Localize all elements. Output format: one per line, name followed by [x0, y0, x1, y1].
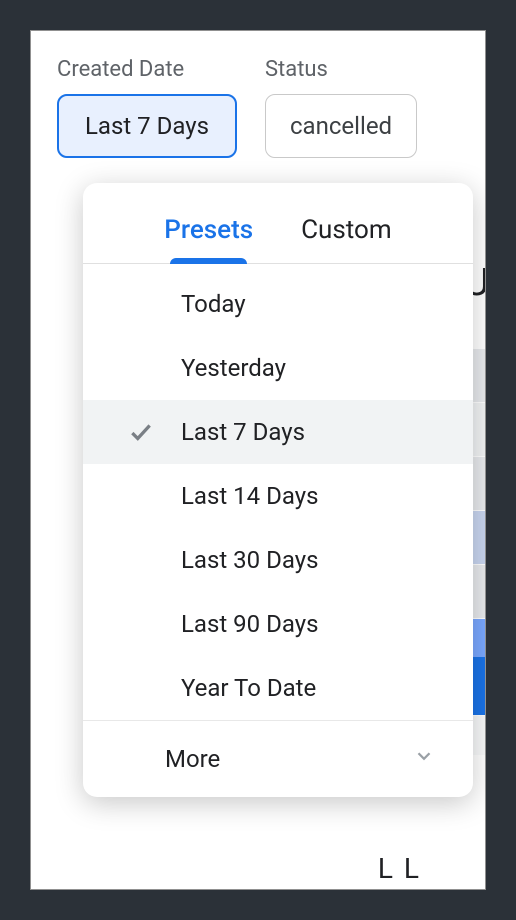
filter-status: Status cancelled: [265, 57, 417, 158]
dropdown-option[interactable]: Today: [83, 272, 473, 336]
dropdown-option[interactable]: Last 14 Days: [83, 464, 473, 528]
dropdown-option[interactable]: Yesterday: [83, 336, 473, 400]
filter-label-created-date: Created Date: [57, 57, 237, 82]
tab-presets[interactable]: Presets: [164, 215, 253, 263]
dropdown-option-label: Last 90 Days: [181, 610, 318, 638]
dropdown-list: Today Yesterday Last 7 Days Last 14 Days Las…: [83, 272, 473, 720]
dropdown-option-label: Last 7 Days: [181, 418, 305, 446]
chevron-down-icon: [413, 745, 435, 773]
tab-presets-label: Presets: [164, 215, 253, 245]
background-bottom-text: L L: [378, 852, 421, 885]
panel: Created Date Last 7 Days Status cancelle…: [30, 30, 486, 890]
dropdown-option[interactable]: Last 30 Days: [83, 528, 473, 592]
dropdown-tabs: Presets Custom: [83, 183, 473, 264]
dropdown-option-label: Last 30 Days: [181, 546, 318, 574]
dropdown-option-label: Year To Date: [181, 674, 316, 702]
tab-custom[interactable]: Custom: [301, 215, 392, 263]
date-preset-dropdown: Presets Custom Today Yesterday Last 7 Days…: [83, 183, 473, 797]
tab-custom-label: Custom: [301, 215, 392, 245]
dropdown-option[interactable]: Last 90 Days: [83, 592, 473, 656]
filter-pill-created-date-value: Last 7 Days: [85, 112, 209, 140]
filter-created-date: Created Date Last 7 Days: [57, 57, 237, 158]
dropdown-option-label: Last 14 Days: [181, 482, 318, 510]
filter-label-status: Status: [265, 57, 417, 82]
dropdown-more-label: More: [165, 745, 220, 773]
filter-pill-created-date[interactable]: Last 7 Days: [57, 94, 237, 158]
dropdown-option[interactable]: Last 7 Days: [83, 400, 473, 464]
dropdown-option-label: Yesterday: [181, 354, 286, 382]
check-icon: [127, 418, 155, 446]
filters-row: Created Date Last 7 Days Status cancelle…: [57, 57, 465, 158]
filter-pill-status-value: cancelled: [290, 112, 392, 140]
dropdown-option-label: Today: [181, 290, 246, 318]
dropdown-more[interactable]: More: [83, 720, 473, 797]
filter-pill-status[interactable]: cancelled: [265, 94, 417, 158]
dropdown-option[interactable]: Year To Date: [83, 656, 473, 720]
